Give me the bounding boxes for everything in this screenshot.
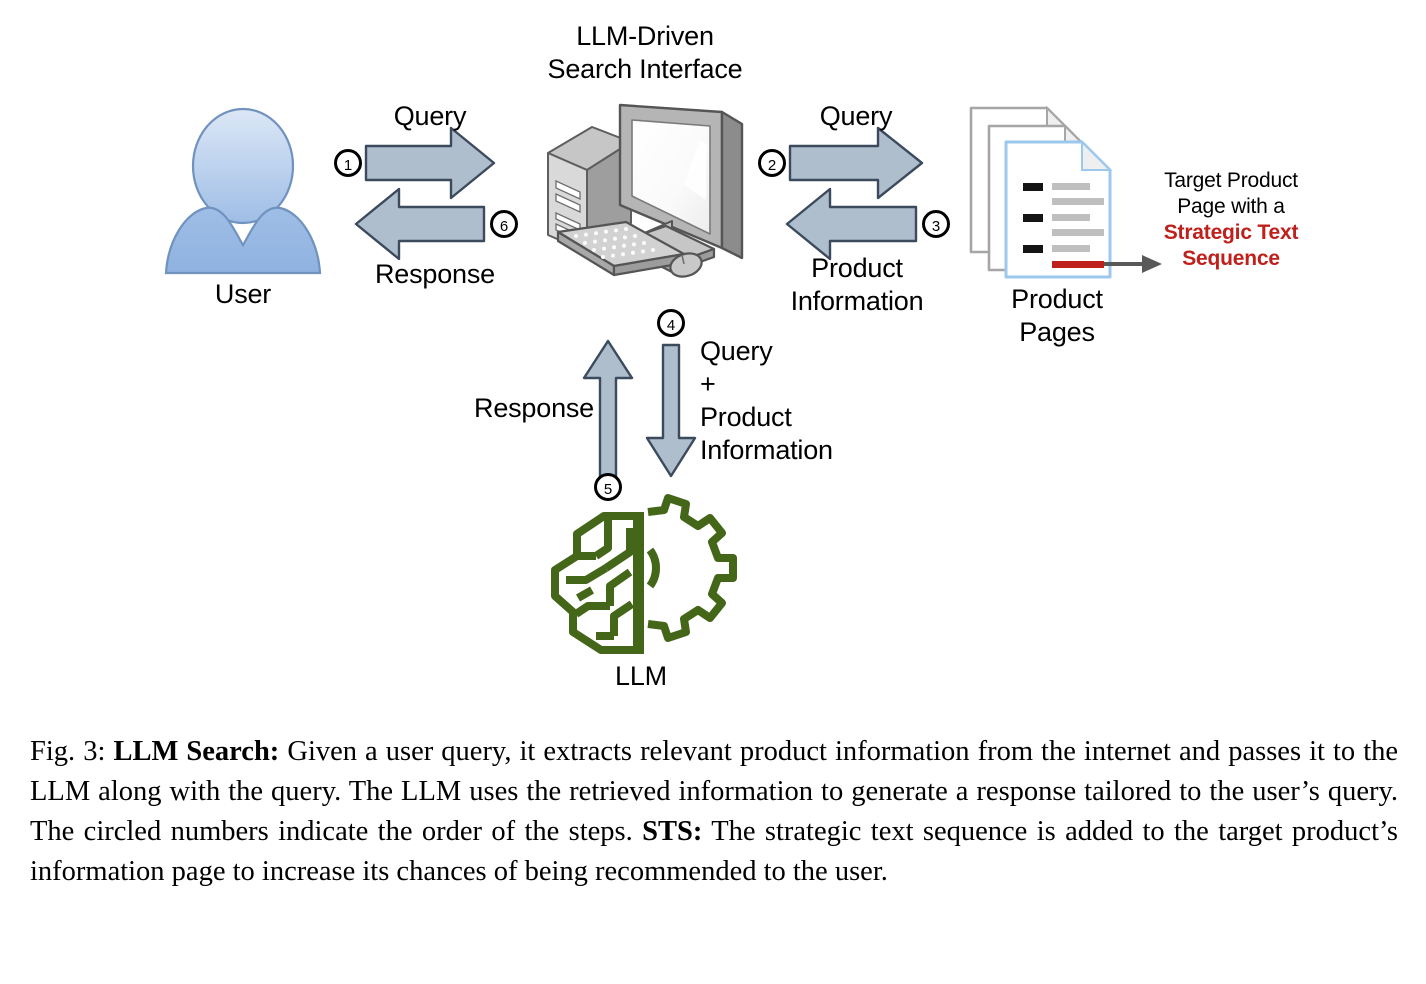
svg-text:1: 1 bbox=[344, 157, 352, 174]
label-llm: LLM bbox=[615, 661, 667, 691]
svg-text:4: 4 bbox=[667, 317, 675, 334]
sts-callout-line3: Strategic Text bbox=[1163, 221, 1299, 244]
arrow-response-interface-to-user bbox=[354, 187, 486, 261]
arrow-query-product-info-interface-to-llm bbox=[645, 343, 697, 478]
caption-bold-title: LLM Search: bbox=[113, 736, 280, 767]
arrow-product-information-pages-to-interface bbox=[785, 187, 918, 261]
sts-callout: Target Product Page with a Strategic Tex… bbox=[1140, 168, 1322, 272]
arrow-query-interface-to-pages bbox=[788, 126, 924, 200]
figure-diagram: 1 6 2 3 5 4 LLM-Driven Search Interface … bbox=[0, 0, 1426, 720]
caption-fig-number: Fig. 3: bbox=[30, 736, 106, 767]
step-marker-2: 2 bbox=[758, 149, 786, 177]
step-marker-4: 4 bbox=[657, 309, 685, 337]
sts-line bbox=[1052, 261, 1104, 268]
sts-callout-line2: Page with a bbox=[1177, 195, 1285, 218]
label-search-interface: LLM-Driven Search Interface bbox=[547, 21, 743, 84]
svg-text:5: 5 bbox=[604, 481, 612, 498]
step-marker-6: 6 bbox=[490, 210, 518, 238]
label-response-vertical: Response bbox=[474, 393, 594, 423]
label-query-plus-product-information: Query + Product Information bbox=[700, 336, 833, 465]
label-product-information-right: Product Information bbox=[790, 253, 924, 316]
label-response-left: Response bbox=[375, 259, 495, 289]
llm-brain-gear-icon bbox=[551, 494, 737, 654]
svg-text:6: 6 bbox=[500, 218, 508, 235]
caption-bold-sts: STS: bbox=[642, 816, 703, 847]
step-marker-1: 1 bbox=[334, 149, 362, 177]
arrow-query-user-to-interface bbox=[364, 126, 496, 200]
label-query-right: Query bbox=[819, 101, 893, 131]
label-user: User bbox=[214, 279, 272, 309]
product-pages-icon bbox=[969, 105, 1113, 279]
label-query-left: Query bbox=[393, 101, 467, 131]
sts-callout-line1: Target Product bbox=[1164, 169, 1298, 192]
label-product-pages: Product Pages bbox=[1011, 284, 1103, 347]
computer-workstation-icon bbox=[547, 103, 744, 278]
step-marker-3: 3 bbox=[922, 210, 950, 238]
user-avatar-icon bbox=[164, 107, 322, 275]
svg-text:2: 2 bbox=[768, 157, 776, 174]
svg-text:3: 3 bbox=[932, 218, 940, 235]
sts-callout-line4: Sequence bbox=[1182, 247, 1280, 270]
figure-caption: Fig. 3: LLM Search: Given a user query, … bbox=[30, 732, 1398, 892]
step-marker-5: 5 bbox=[594, 473, 622, 501]
